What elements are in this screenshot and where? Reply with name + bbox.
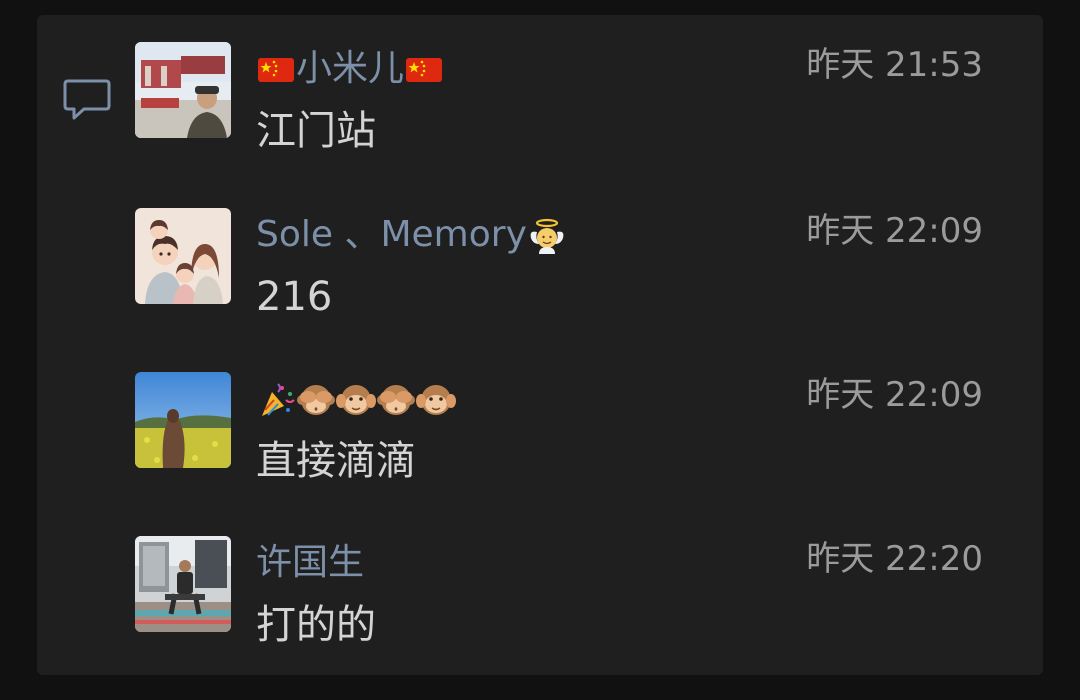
avatar-cartoon-family[interactable] xyxy=(135,208,231,304)
message-time: 昨天 22:20 xyxy=(806,539,983,579)
comment-bubble-icon[interactable] xyxy=(62,78,112,122)
angel-baby-emoji xyxy=(527,216,567,256)
sender-name-text: Sole 、Memory xyxy=(256,214,527,255)
party-popper-emoji xyxy=(256,380,296,420)
sender-name: 许国生 xyxy=(256,538,364,588)
message-time: 昨天 22:09 xyxy=(806,375,983,415)
hear-no-evil-monkey-emoji xyxy=(416,380,456,420)
see-no-evil-monkey-emoji xyxy=(296,380,336,420)
avatar-girl-flower-field[interactable] xyxy=(135,372,231,468)
message-text: 216 xyxy=(256,274,333,320)
message-text: 打的的 xyxy=(256,602,376,648)
see-no-evil-monkey-emoji xyxy=(376,380,416,420)
list-item[interactable]: 昨天 22:09 直接滴滴 xyxy=(135,372,1005,484)
message-time: 昨天 21:53 xyxy=(806,45,983,85)
message-text: 江门站 xyxy=(256,108,376,154)
cn-flag-emoji xyxy=(256,50,296,90)
list-item[interactable]: 小米儿 昨天 21:53 江门站 xyxy=(135,42,1005,154)
sender-name: 小米儿 xyxy=(256,44,444,94)
sender-name: Sole 、Memory xyxy=(256,210,567,260)
sender-name-text: 小米儿 xyxy=(296,48,405,89)
message-time: 昨天 22:09 xyxy=(806,211,983,251)
list-item[interactable]: 许国生 昨天 22:20 打的的 xyxy=(135,536,1005,648)
sender-name xyxy=(256,374,456,424)
hear-no-evil-monkey-emoji xyxy=(336,380,376,420)
sender-name-text: 许国生 xyxy=(256,542,365,583)
list-item[interactable]: Sole 、Memory 昨天 22:09 216 xyxy=(135,208,1005,320)
cn-flag-emoji xyxy=(404,50,444,90)
message-text: 直接滴滴 xyxy=(256,438,416,484)
avatar-man-outdoors-photo[interactable] xyxy=(135,42,231,138)
avatar-man-sitting-street[interactable] xyxy=(135,536,231,632)
